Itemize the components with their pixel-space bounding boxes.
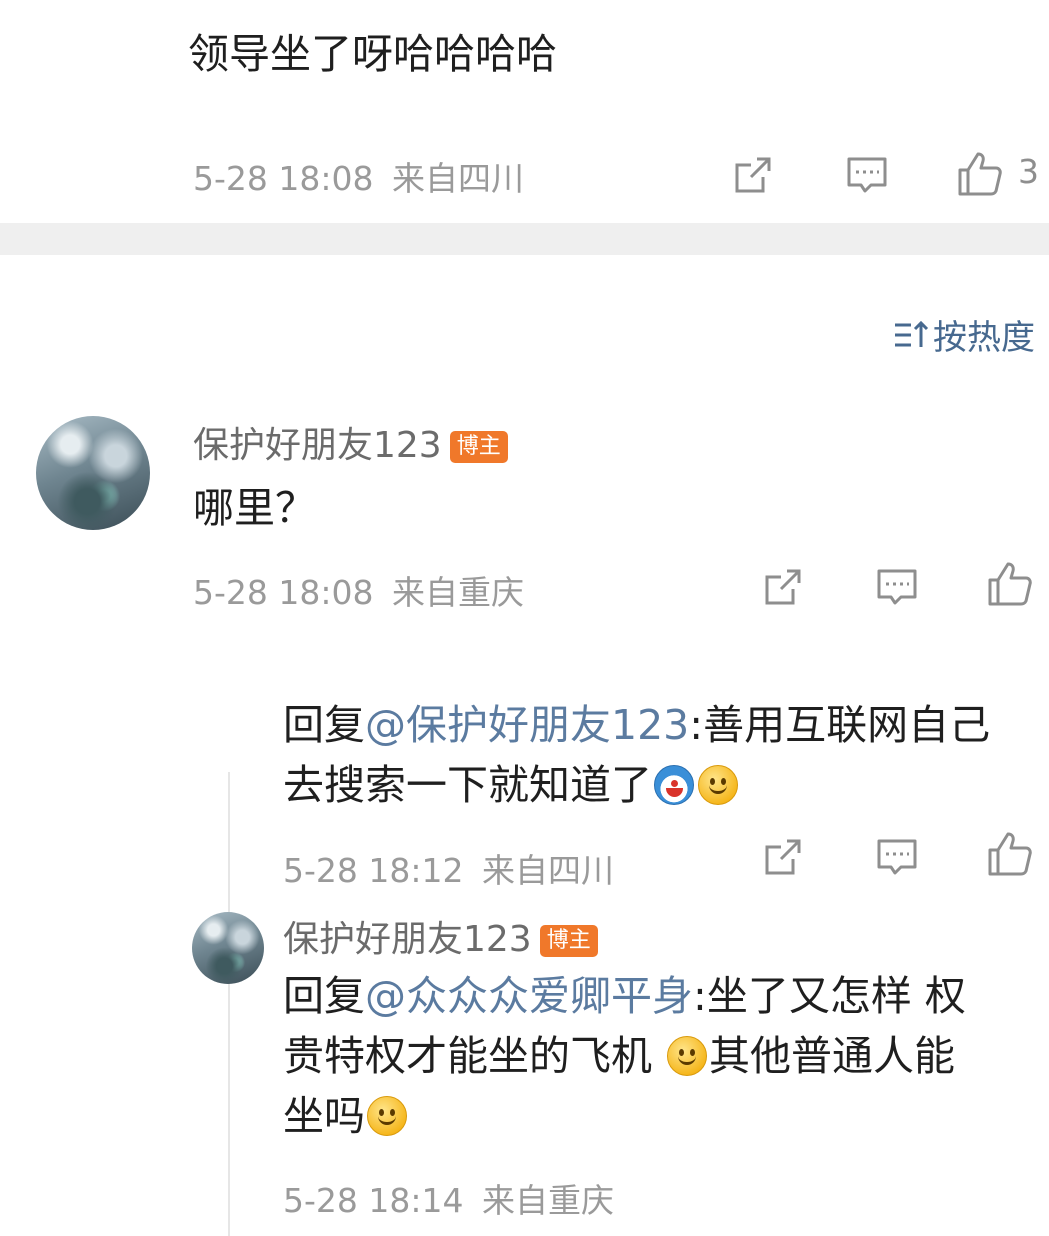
like-button[interactable] bbox=[954, 148, 1006, 200]
reply-body: :坐了又怎样 权 bbox=[693, 972, 966, 1020]
reply-body: 其他普通人能 bbox=[709, 1032, 956, 1080]
sort-icon bbox=[895, 320, 929, 347]
username-text: 保护好朋友123 bbox=[283, 919, 532, 960]
smile-emoji bbox=[698, 765, 738, 805]
thumbs-up-icon bbox=[988, 562, 1032, 606]
comment-icon bbox=[877, 569, 917, 605]
reply-prefix: 回复 bbox=[283, 972, 365, 1020]
comment-meta: 5-28 18:08 来自重庆 bbox=[193, 566, 524, 614]
doraemon-emoji bbox=[654, 765, 694, 805]
comment-date: 5-28 18:08 bbox=[193, 159, 374, 198]
reply-location: 来自四川 bbox=[482, 851, 614, 890]
comment-button[interactable] bbox=[872, 562, 922, 612]
reply-body: :善用互联网自己 bbox=[689, 701, 991, 749]
sort-label: 按热度 bbox=[933, 318, 1035, 358]
comment-icon bbox=[847, 157, 887, 193]
reply-meta: 5-28 18:14 来自重庆 bbox=[283, 1174, 614, 1222]
reply-meta: 5-28 18:12 来自四川 bbox=[283, 844, 614, 892]
like-count: 3 bbox=[1018, 152, 1039, 191]
comment-button[interactable] bbox=[872, 832, 922, 882]
sort-by-hot-button[interactable]: 按热度 bbox=[893, 310, 1035, 359]
reply-body: 去搜索一下就知道了 bbox=[283, 761, 652, 809]
username-text: 保护好朋友123 bbox=[193, 425, 442, 466]
reply-text-line2: 去搜索一下就知道了 bbox=[283, 755, 740, 815]
thumbs-up-icon bbox=[958, 152, 1002, 196]
author-badge: 博主 bbox=[449, 431, 508, 463]
comment-text: 领导坐了呀哈哈哈哈 bbox=[188, 30, 557, 78]
avatar[interactable] bbox=[36, 416, 150, 530]
comment-text: 哪里？ bbox=[193, 484, 316, 532]
share-button[interactable] bbox=[728, 150, 778, 200]
comment-location: 来自重庆 bbox=[392, 573, 524, 612]
author-badge: 博主 bbox=[539, 925, 598, 957]
reply-text-line3: 坐吗 bbox=[283, 1086, 409, 1146]
reply-location: 来自重庆 bbox=[482, 1181, 614, 1220]
reply-text-line2: 贵特权才能坐的飞机 其他普通人能 bbox=[283, 1026, 955, 1086]
reply-text-line1: 回复@保护好朋友123:善用互联网自己 bbox=[283, 695, 990, 755]
reply-body: 贵特权才能坐的飞机 bbox=[283, 1032, 666, 1080]
reply-prefix: 回复 bbox=[283, 701, 365, 749]
thread-line bbox=[228, 772, 230, 1236]
share-button[interactable] bbox=[758, 832, 808, 882]
share-icon bbox=[765, 839, 801, 875]
avatar[interactable] bbox=[192, 912, 264, 984]
comment-meta: 5-28 18:08 来自四川 bbox=[193, 152, 524, 200]
like-button[interactable] bbox=[984, 828, 1036, 880]
comment-button[interactable] bbox=[842, 150, 892, 200]
section-divider bbox=[0, 223, 1049, 255]
mention-link[interactable]: @众众众爱卿平身 bbox=[365, 972, 693, 1020]
thumbs-up-icon bbox=[988, 832, 1032, 876]
like-button[interactable] bbox=[984, 558, 1036, 610]
comment-icon bbox=[877, 839, 917, 875]
smile-emoji bbox=[667, 1036, 708, 1076]
reply-body: 坐吗 bbox=[283, 1092, 365, 1140]
username[interactable]: 保护好朋友123 博主 bbox=[283, 910, 598, 962]
reply-text-line1: 回复@众众众爱卿平身:坐了又怎样 权 bbox=[283, 966, 966, 1026]
smile-emoji bbox=[367, 1096, 407, 1136]
reply-date: 5-28 18:14 bbox=[283, 1181, 464, 1220]
share-icon bbox=[735, 157, 771, 193]
comment-location: 来自四川 bbox=[392, 159, 524, 198]
comment-date: 5-28 18:08 bbox=[193, 573, 374, 612]
username[interactable]: 保护好朋友123 博主 bbox=[193, 416, 508, 468]
share-button[interactable] bbox=[758, 562, 808, 612]
mention-link[interactable]: @保护好朋友123 bbox=[365, 701, 689, 749]
reply-date: 5-28 18:12 bbox=[283, 851, 464, 890]
share-icon bbox=[765, 569, 801, 605]
